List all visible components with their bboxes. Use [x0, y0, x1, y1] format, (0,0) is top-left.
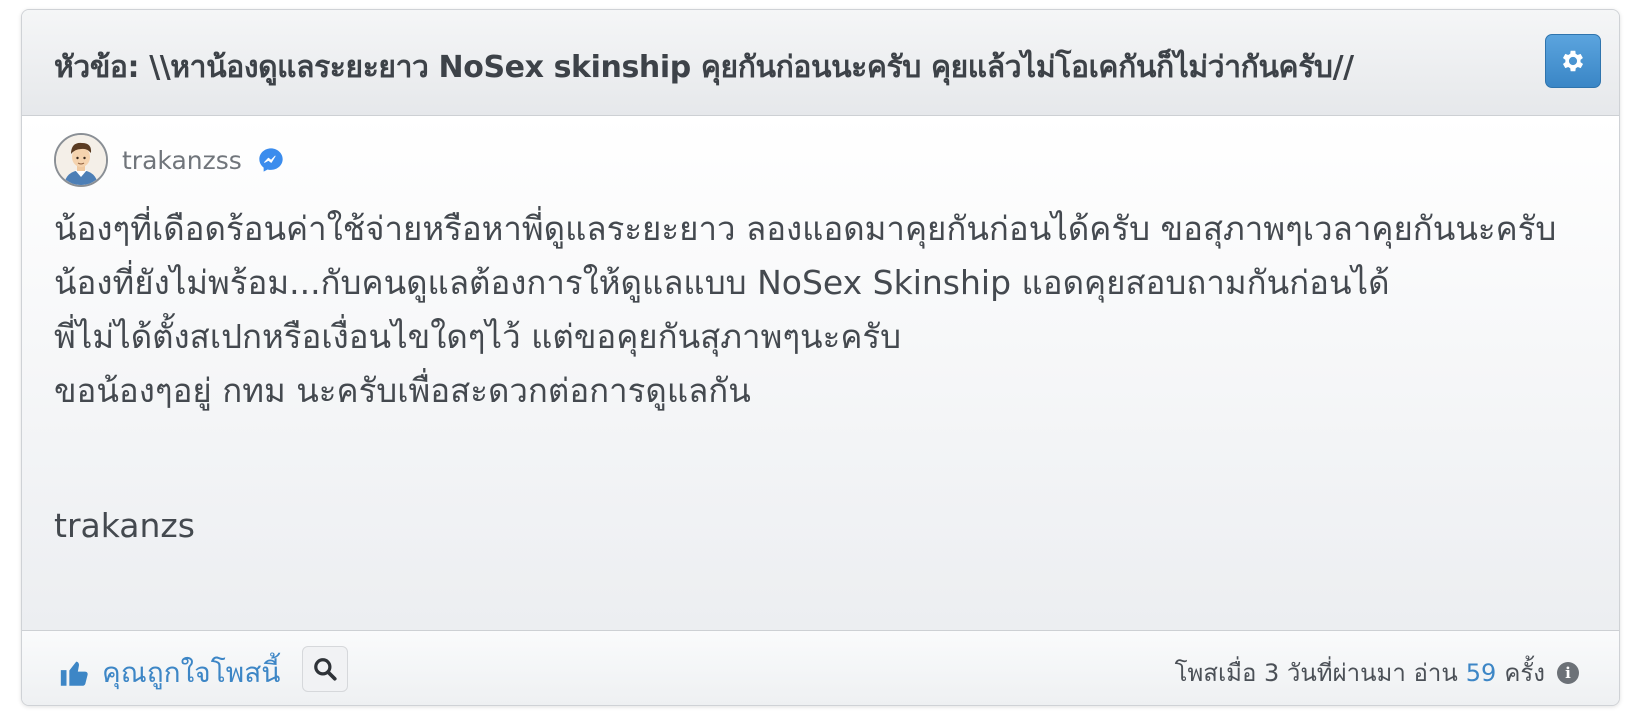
content-paragraph: น้องๆที่เดือดร้อนค่าใช้จ่ายหรือหาพี่ดูแล…: [54, 209, 1557, 302]
post-meta: โพสเมื่อ 3 วันที่ผ่านมา อ่าน 59 ครั้ง i: [1175, 653, 1579, 692]
avatar[interactable]: [54, 133, 108, 187]
search-button[interactable]: [302, 646, 348, 692]
search-icon: [314, 658, 337, 681]
post-content: น้องๆที่เดือดร้อนค่าใช้จ่ายหรือหาพี่ดูแล…: [54, 202, 1584, 418]
post-header: หัวข้อ: \\หาน้องดูแลระยะยาว NoSex skinsh…: [22, 10, 1619, 116]
post-body: trakanzss น้องๆที่เดือดร้อนค่าใช้จ่ายหรื…: [22, 116, 1619, 630]
gear-icon: [1562, 50, 1584, 72]
read-count: 59: [1465, 658, 1497, 687]
content-paragraph: พี่ไม่ได้ตั้งสเปกหรือเงื่อนไขใดๆไว้ แต่ข…: [54, 317, 902, 356]
post-footer: คุณถูกใจโพสนี้ โพสเมื่อ 3 วันที่ผ่านมา อ…: [22, 630, 1619, 705]
signature: trakanzs: [54, 506, 195, 545]
like-label[interactable]: คุณถูกใจโพสนี้: [102, 651, 280, 695]
avatar-image: [56, 135, 106, 185]
settings-button[interactable]: [1545, 34, 1601, 88]
post-title: หัวข้อ: \\หาน้องดูแลระยะยาว NoSex skinsh…: [54, 50, 1354, 85]
author-name[interactable]: trakanzss: [122, 146, 242, 175]
thumbs-up-icon: [60, 661, 88, 686]
posted-time: โพสเมื่อ 3 วันที่ผ่านมา อ่าน: [1174, 659, 1458, 687]
read-suffix: ครั้ง: [1504, 659, 1545, 687]
author-row: trakanzss: [54, 132, 286, 188]
post-card: หัวข้อ: \\หาน้องดูแลระยะยาว NoSex skinsh…: [21, 9, 1620, 706]
messenger-icon[interactable]: [256, 145, 286, 175]
info-icon[interactable]: i: [1557, 661, 1579, 684]
content-paragraph: ขอน้องๆอยู่ กทม นะครับเพื่อสะดวกต่อการดู…: [54, 371, 751, 410]
like-button[interactable]: คุณถูกใจโพสนี้: [58, 651, 280, 695]
